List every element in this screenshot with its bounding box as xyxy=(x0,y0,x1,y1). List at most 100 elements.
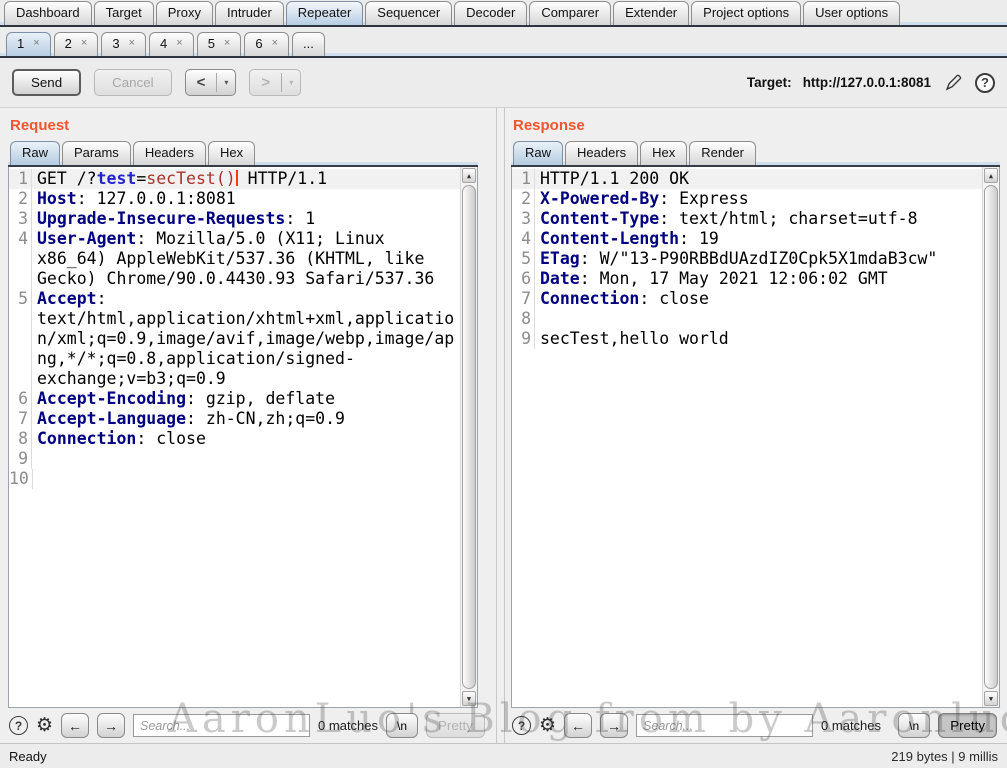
chevron-down-icon[interactable]: ▾ xyxy=(282,70,300,95)
regex-newline-toggle[interactable]: \n xyxy=(898,713,931,738)
search-next-button[interactable]: → xyxy=(600,713,629,738)
main-tab-target[interactable]: Target xyxy=(93,1,154,25)
request-tab-raw[interactable]: Raw xyxy=(10,141,61,165)
repeater-tab-...[interactable]: ... xyxy=(292,32,325,56)
repeater-tab-1[interactable]: 1 × xyxy=(6,32,51,56)
main-tab-comparer[interactable]: Comparer xyxy=(529,1,612,25)
scrollbar-thumb[interactable] xyxy=(984,185,998,689)
repeater-tab-3[interactable]: 3 × xyxy=(101,32,147,56)
main-tab-repeater[interactable]: Repeater xyxy=(285,1,364,25)
send-button[interactable]: Send xyxy=(12,69,82,96)
prev-response-button[interactable]: < ▾ xyxy=(184,69,237,96)
request-search-input[interactable] xyxy=(133,714,311,737)
gear-icon[interactable]: ⚙ xyxy=(36,716,53,735)
repeater-tab-2[interactable]: 2 × xyxy=(53,32,99,56)
request-line-5: 5 Accept: text/html,application/xhtml+xml… xyxy=(9,289,460,389)
main-tab-proxy[interactable]: Proxy xyxy=(155,1,213,25)
search-next-button[interactable]: → xyxy=(97,713,126,738)
close-tab-icon[interactable]: × xyxy=(272,38,278,49)
repeater-tab-bar: 1 × 2 × 3 × 4 × 5 × 6 ×... xyxy=(0,27,1007,58)
cancel-button[interactable]: Cancel xyxy=(94,69,172,96)
response-scrollbar[interactable]: ▲ ▼ xyxy=(982,167,999,707)
request-editor[interactable]: ▲ ▼ 1 GET /?test=secTest() HTTP/1.1 2 Host:… xyxy=(8,167,478,708)
target-label: Target: xyxy=(746,75,792,90)
pane-splitter[interactable] xyxy=(478,108,511,743)
response-match-count: 0 matches xyxy=(821,718,882,733)
request-line-10: 10 xyxy=(9,469,460,489)
request-line-6: 6 Accept-Encoding: gzip, deflate xyxy=(9,389,460,409)
target-url: http://127.0.0.1:8081 xyxy=(802,75,931,90)
response-line-8: 8 xyxy=(512,309,982,329)
chevron-down-icon[interactable]: ▾ xyxy=(217,70,235,95)
request-search-bar: ? ⚙ ← → 0 matches \n Pretty xyxy=(8,708,485,743)
response-panel: Response Raw Headers Hex Render ▲ ▼ 1 HTTP/1… xyxy=(511,108,1000,743)
repeater-toolbar: Send Cancel < ▾ > ▾ Target: http://127.0… xyxy=(0,58,1007,107)
response-pretty-toggle[interactable]: Pretty xyxy=(938,713,997,738)
request-line-1: 1 GET /?test=secTest() HTTP/1.1 xyxy=(9,169,460,189)
regex-newline-toggle[interactable]: \n xyxy=(386,713,419,738)
request-line-4: 4 User-Agent: Mozilla/5.0 (X11; Linux x86… xyxy=(9,229,460,289)
response-line-6: 6 Date: Mon, 17 May 2021 12:06:02 GMT xyxy=(512,269,982,289)
response-search-input[interactable] xyxy=(636,714,814,737)
gear-icon[interactable]: ⚙ xyxy=(539,716,556,735)
main-tab-intruder[interactable]: Intruder xyxy=(214,1,284,25)
next-response-button[interactable]: > ▾ xyxy=(249,69,302,96)
close-tab-icon[interactable]: × xyxy=(81,38,87,49)
response-line-1: 1 HTTP/1.1 200 OK xyxy=(512,169,982,189)
scroll-up-icon[interactable]: ▲ xyxy=(984,168,998,183)
request-match-count: 0 matches xyxy=(318,718,379,733)
main-tab-extender[interactable]: Extender xyxy=(613,1,690,25)
request-response-split: Request Raw Params Headers Hex ▲ ▼ 1 GET /?t… xyxy=(0,107,1007,743)
edit-target-pencil-icon[interactable] xyxy=(942,72,964,94)
request-line-2: 2 Host: 127.0.0.1:8081 xyxy=(9,189,460,209)
help-icon[interactable]: ? xyxy=(975,72,995,93)
search-help-icon[interactable]: ? xyxy=(9,716,28,735)
main-tab-dashboard[interactable]: Dashboard xyxy=(4,1,92,25)
request-tab-params[interactable]: Params xyxy=(62,141,131,165)
response-line-9: 9 secTest,hello world xyxy=(512,329,982,349)
request-line-9: 9 xyxy=(9,449,460,469)
request-scrollbar[interactable]: ▲ ▼ xyxy=(460,167,477,707)
scroll-up-icon[interactable]: ▲ xyxy=(462,168,476,183)
request-panel-title: Request xyxy=(10,117,70,134)
next-arrow-icon: > xyxy=(261,74,271,91)
scrollbar-thumb[interactable] xyxy=(462,185,476,689)
repeater-tab-6[interactable]: 6 × xyxy=(244,32,290,56)
response-editor[interactable]: ▲ ▼ 1 HTTP/1.1 200 OK 2 X-Powered-By: Expre… xyxy=(511,167,1000,708)
search-help-icon[interactable]: ? xyxy=(512,716,531,735)
request-line-3: 3 Upgrade-Insecure-Requests: 1 xyxy=(9,209,460,229)
request-editor-tabs: Raw Params Headers Hex xyxy=(8,141,478,167)
response-line-2: 2 X-Powered-By: Express xyxy=(512,189,982,209)
response-editor-tabs: Raw Headers Hex Render xyxy=(511,141,1000,167)
request-tab-hex[interactable]: Hex xyxy=(207,141,256,165)
scroll-down-icon[interactable]: ▼ xyxy=(984,691,998,706)
response-tab-render[interactable]: Render xyxy=(689,141,756,165)
burp-repeater-window: Dashboard Target Proxy Intruder Repeater Sequ… xyxy=(0,0,1007,768)
response-tab-headers[interactable]: Headers xyxy=(565,141,639,165)
search-prev-button[interactable]: ← xyxy=(564,713,593,738)
search-prev-button[interactable]: ← xyxy=(61,713,90,738)
main-tab-decoder[interactable]: Decoder xyxy=(454,1,528,25)
repeater-tab-5[interactable]: 5 × xyxy=(196,32,242,56)
request-tab-headers[interactable]: Headers xyxy=(132,141,206,165)
scroll-down-icon[interactable]: ▼ xyxy=(462,691,476,706)
main-tab-project-options[interactable]: Project options xyxy=(691,1,802,25)
main-tab-sequencer[interactable]: Sequencer xyxy=(365,1,453,25)
response-panel-title: Response xyxy=(513,117,585,134)
status-bar: Ready 219 bytes | 9 millis xyxy=(0,743,1007,768)
main-tab-user-options[interactable]: User options xyxy=(803,1,901,25)
response-tab-raw[interactable]: Raw xyxy=(513,141,564,165)
response-search-bar: ? ⚙ ← → 0 matches \n Pretty xyxy=(511,708,1000,743)
response-tab-hex[interactable]: Hex xyxy=(640,141,688,165)
close-tab-icon[interactable]: × xyxy=(176,38,182,49)
request-pretty-toggle[interactable]: Pretty xyxy=(426,713,485,738)
request-panel: Request Raw Params Headers Hex ▲ ▼ 1 GET /?t… xyxy=(8,108,485,743)
request-line-7: 7 Accept-Language: zh-CN,zh;q=0.9 xyxy=(9,409,460,429)
repeater-tab-4[interactable]: 4 × xyxy=(149,32,194,56)
close-tab-icon[interactable]: × xyxy=(224,38,230,49)
close-tab-icon[interactable]: × xyxy=(129,38,135,49)
close-tab-icon[interactable]: × xyxy=(33,38,39,49)
main-tab-bar: Dashboard Target Proxy Intruder Repeater Sequ… xyxy=(0,0,1007,27)
response-line-3: 3 Content-Type: text/html; charset=utf-8 xyxy=(512,209,982,229)
status-text: Ready xyxy=(9,748,47,764)
